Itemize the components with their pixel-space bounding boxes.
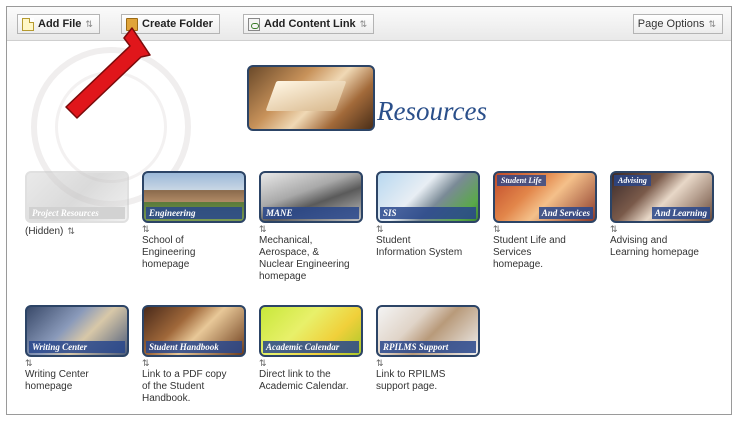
thumbnail-link[interactable]: RPILMS Support: [376, 305, 480, 357]
thumbnail-link[interactable]: Academic Calendar: [259, 305, 363, 357]
thumbnail-caption: Engineering: [146, 207, 242, 219]
options-icon: ⇅: [708, 18, 716, 29]
thumbnail-caption: Student Handbook: [146, 341, 242, 353]
options-icon[interactable]: ⇅: [142, 225, 154, 234]
add-file-label: Add File: [38, 18, 82, 30]
folder-icon: [126, 17, 138, 31]
thumbnail-link[interactable]: MANE: [259, 171, 363, 223]
options-icon: ⇅: [359, 18, 368, 29]
add-content-link-button[interactable]: Add Content Link ⇅: [243, 14, 375, 34]
thumbnail-link[interactable]: SIS: [376, 171, 480, 223]
thumbnail-caption-top: Advising: [614, 175, 651, 186]
tile-description: (Hidden): [25, 226, 64, 237]
tile-advising: Advising And Learning ⇅ Advising and Lea…: [610, 171, 716, 259]
tile-description: Link to a PDF copy of the Student Handbo…: [142, 369, 227, 404]
create-folder-label: Create Folder: [142, 18, 213, 30]
thumbnail-caption: And Learning: [651, 207, 710, 219]
options-icon: ⇅: [85, 18, 93, 29]
thumbnail-caption: SIS: [380, 207, 476, 219]
thumbnail-link[interactable]: Student Life And Services: [493, 171, 597, 223]
tile-description: Writing Center homepage: [25, 369, 89, 392]
resources-header-image: [247, 65, 375, 131]
tile-student-handbook: Student Handbook ⇅ Link to a PDF copy of…: [142, 305, 248, 405]
file-icon: [22, 17, 34, 31]
add-content-link-label: Add Content Link: [264, 18, 356, 30]
content-frame: Add File ⇅ Create Folder Add Content Lin…: [6, 6, 732, 415]
tile-rpilms-support: RPILMS Support ⇅ Link to RPILMS support …: [376, 305, 482, 393]
page-options-button[interactable]: Page Options ⇅: [632, 14, 723, 34]
tile-mane: MANE ⇅ Mechanical, Aerospace, & Nuclear …: [259, 171, 365, 283]
options-icon[interactable]: ⇅: [259, 225, 271, 234]
options-icon[interactable]: ⇅: [493, 225, 505, 234]
thumbnail-link[interactable]: Writing Center: [25, 305, 129, 357]
thumbnail-caption: Project Resources: [29, 207, 125, 219]
tile-description: Direct link to the Academic Calendar.: [259, 369, 349, 392]
options-icon[interactable]: ⇅: [142, 359, 154, 368]
tile-description: Advising and Learning homepage: [610, 235, 699, 258]
tile-sis: SIS ⇅ Student Information System: [376, 171, 482, 259]
tile-description: Student Life and Services homepage.: [493, 235, 566, 270]
tile-academic-calendar: Academic Calendar ⇅ Direct link to the A…: [259, 305, 365, 393]
add-file-button[interactable]: Add File ⇅: [17, 14, 100, 34]
tile-writing-center: Writing Center ⇅ Writing Center homepage: [25, 305, 131, 393]
tile-engineering: Engineering ⇅ School of Engineering home…: [142, 171, 248, 271]
thumbnail-link[interactable]: Advising And Learning: [610, 171, 714, 223]
options-icon[interactable]: ⇅: [25, 359, 37, 368]
tile-description: Mechanical, Aerospace, & Nuclear Enginee…: [259, 235, 350, 282]
thumbnail-caption: MANE: [263, 207, 359, 219]
thumbnail-caption: RPILMS Support: [380, 341, 476, 353]
thumbnail-caption-top: Student Life: [497, 175, 546, 186]
options-icon[interactable]: ⇅: [67, 227, 79, 236]
tile-description: Student Information System: [376, 235, 463, 258]
options-icon[interactable]: ⇅: [376, 225, 388, 234]
tile-student-life: Student Life And Services ⇅ Student Life…: [493, 171, 599, 271]
options-icon[interactable]: ⇅: [610, 225, 622, 234]
thumbnail-caption: Writing Center: [29, 341, 125, 353]
thumbnail-link[interactable]: Student Handbook: [142, 305, 246, 357]
options-icon[interactable]: ⇅: [376, 359, 388, 368]
thumbnail-caption: Academic Calendar: [263, 341, 359, 353]
tile-description: School of Engineering homepage: [142, 235, 196, 270]
create-folder-button[interactable]: Create Folder: [121, 14, 220, 34]
tile-description: Link to RPILMS support page.: [376, 369, 446, 392]
thumbnail-link[interactable]: Engineering: [142, 171, 246, 223]
thumbnail-link[interactable]: Project Resources: [25, 171, 129, 223]
tile-project-resources: Project Resources (Hidden) ⇅: [25, 171, 131, 238]
link-icon: [248, 17, 260, 31]
thumbnail-caption: And Services: [538, 207, 593, 219]
page-title: Resources: [377, 96, 487, 126]
toolbar: Add File ⇅ Create Folder Add Content Lin…: [7, 7, 731, 41]
page-options-label: Page Options: [637, 18, 705, 30]
options-icon[interactable]: ⇅: [259, 359, 271, 368]
